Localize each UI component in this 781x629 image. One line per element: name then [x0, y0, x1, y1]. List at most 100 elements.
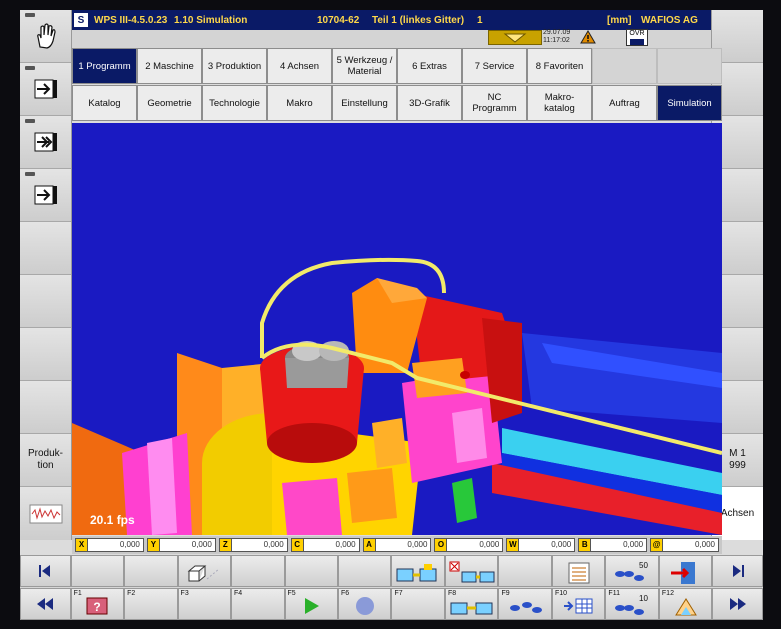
subtab-simulation[interactable]: Simulation: [657, 85, 722, 121]
subtab-label: Simulation: [667, 97, 712, 109]
fkey-view-cube[interactable]: [177, 555, 232, 587]
subtab-makro[interactable]: Makro: [267, 85, 332, 121]
part-number: 10704-62: [317, 14, 360, 26]
subtab-3d-grafik[interactable]: 3D-Grafik: [397, 85, 462, 121]
softkey-step[interactable]: [20, 63, 71, 116]
softkey-left-7[interactable]: [20, 328, 71, 381]
fkey-f7[interactable]: F7: [391, 588, 445, 620]
fkey-r1-9[interactable]: [498, 555, 552, 587]
tab-produktion[interactable]: 3 Produktion: [202, 48, 267, 84]
first-page-button[interactable]: [20, 555, 71, 587]
fkey-machine-transfer[interactable]: [391, 555, 445, 587]
softkey-produktion[interactable]: Produk-tion: [20, 434, 71, 487]
fkey-f1[interactable]: F1 ?: [70, 588, 125, 620]
axis-w: W 0,000: [506, 538, 576, 552]
date: 29.07.09: [543, 29, 571, 36]
tab-achsen[interactable]: 4 Achsen: [267, 48, 332, 84]
tab-favoriten[interactable]: 8 Favoriten: [527, 48, 592, 84]
fkey-f3[interactable]: F3: [177, 588, 232, 620]
fkey-f9[interactable]: F9: [498, 588, 552, 620]
fps-counter: 20.1 fps: [90, 513, 135, 527]
subtab-geometrie[interactable]: Geometrie: [137, 85, 202, 121]
machine-cancel-icon: [449, 561, 495, 582]
axis-z: Z 0,000: [218, 538, 288, 552]
fkey-label: F5: [287, 590, 296, 597]
main-tab-row: 1 Programm 2 Maschine 3 Produktion 4 Ach…: [72, 48, 722, 84]
grid-icon: [563, 598, 593, 613]
warning-icon[interactable]: [580, 30, 596, 44]
fkey-f6[interactable]: F6: [338, 588, 392, 620]
softkey-hand[interactable]: [20, 10, 71, 63]
fkey-machine-cancel[interactable]: [444, 555, 499, 587]
subtab-technologie[interactable]: Technologie: [202, 85, 267, 121]
axis-value: 0,000: [551, 540, 572, 549]
axis-value: 0,000: [191, 540, 212, 549]
override-indicator[interactable]: OVR: [626, 29, 648, 46]
axis-value: 0,000: [407, 540, 428, 549]
subtab-label: Technologie: [209, 97, 260, 109]
fkey-r1-6[interactable]: [338, 555, 392, 587]
axis-value: 0,000: [479, 540, 500, 549]
hand-icon: [36, 23, 56, 49]
fkey-f12[interactable]: F12: [658, 588, 713, 620]
title-bar: S WPS III-4.5.0.23 1.10 Simulation 10704…: [72, 10, 711, 30]
fkey-r1-5[interactable]: [284, 555, 338, 587]
fkey-f11[interactable]: F11 10: [605, 588, 659, 620]
fkey-f4[interactable]: F4: [231, 588, 285, 620]
subtab-makrokatalog[interactable]: Makro-katalog: [527, 85, 592, 121]
axis-name: C: [291, 539, 304, 551]
fkey-label: F4: [234, 590, 243, 597]
last-page-button[interactable]: [712, 555, 763, 587]
tab-werkzeug[interactable]: 5 Werkzeug / Material: [332, 48, 397, 84]
fkey-f5[interactable]: F5: [284, 588, 338, 620]
fkey-label: F7: [394, 590, 403, 597]
softkey-double-step[interactable]: [20, 116, 71, 169]
tab-maschine[interactable]: 2 Maschine: [137, 48, 202, 84]
page-back-button[interactable]: [20, 588, 71, 620]
softkey-arrow-in[interactable]: [20, 169, 71, 222]
wafios-logo-icon: S: [74, 13, 88, 27]
fkey-r1-1[interactable]: [70, 555, 125, 587]
axis-name: O: [435, 539, 448, 551]
subtab-einstellung[interactable]: Einstellung: [332, 85, 397, 121]
page-forward-button[interactable]: [712, 588, 763, 620]
tab-extras[interactable]: 6 Extras: [397, 48, 462, 84]
tab-programm[interactable]: 1 Programm: [72, 48, 137, 84]
simulation-viewport[interactable]: 20.1 fps: [72, 123, 722, 535]
fkey-speed-50[interactable]: 50: [605, 555, 659, 587]
fkey-label: F6: [341, 590, 350, 597]
alarm-indicator[interactable]: [488, 30, 542, 45]
softkey-chart[interactable]: [20, 487, 71, 540]
fkey-f2[interactable]: F2: [124, 588, 178, 620]
tab-label: 1 Programm: [78, 60, 131, 72]
subtab-katalog[interactable]: Katalog: [72, 85, 137, 121]
hmi-screen: Produk-tion M 1 999 Achsen S WPS III-4.5…: [20, 10, 763, 620]
subtab-auftrag[interactable]: Auftrag: [592, 85, 657, 121]
tab-label: 7 Service: [474, 60, 515, 72]
play-icon: [305, 597, 320, 614]
status-row: [72, 30, 711, 48]
softkey-left-8[interactable]: [20, 381, 71, 434]
cube-icon: [187, 565, 220, 581]
softkey-left-6[interactable]: [20, 275, 71, 328]
tab-label: 8 Favoriten: [535, 60, 584, 72]
fkey-r1-4[interactable]: [231, 555, 285, 587]
fkey-label: F1: [73, 590, 82, 597]
fkey-exit[interactable]: [658, 555, 713, 587]
fkey-list[interactable]: [551, 555, 606, 587]
subtab-label: 3D-Grafik: [409, 97, 450, 109]
fkey-f8[interactable]: F8: [444, 588, 499, 620]
machine-icon: [450, 602, 493, 614]
axis-name: Z: [219, 539, 232, 551]
fkey-r1-2[interactable]: [124, 555, 178, 587]
fkey-f10[interactable]: F10: [551, 588, 606, 620]
subtab-label: Makro-katalog: [544, 92, 575, 114]
softkey-left-5[interactable]: [20, 222, 71, 275]
svg-text:?: ?: [94, 600, 101, 614]
tab-empty-2: [657, 48, 722, 84]
subtab-nc-programm[interactable]: NC Programm: [462, 85, 527, 121]
axis-name: B: [579, 539, 592, 551]
tab-service[interactable]: 7 Service: [462, 48, 527, 84]
chart-icon: [29, 504, 62, 523]
stop-icon: [355, 596, 374, 615]
